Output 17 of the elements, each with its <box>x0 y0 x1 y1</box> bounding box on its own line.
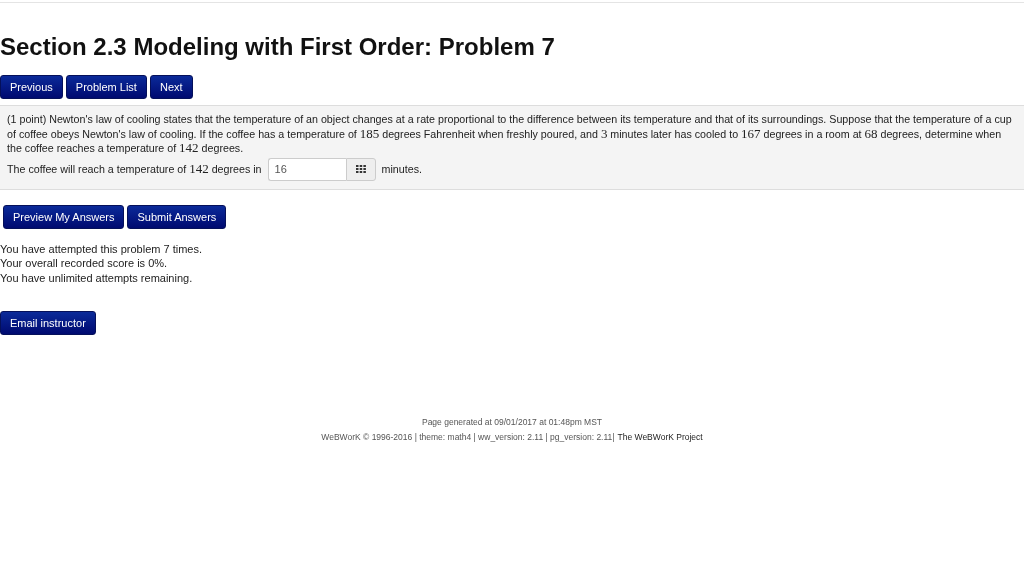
project-link[interactable]: The WeBWorK Project <box>617 430 703 445</box>
submit-answers-button[interactable]: Submit Answers <box>127 204 227 229</box>
page-generated-text: Page generated at 09/01/2017 at 01:48pm MST <box>421 416 602 429</box>
answer-prompt: The coffee will reach a temperature of 142 degrees in <box>7 161 262 177</box>
attempt-message: You have attempted this problem 7 times. <box>0 241 202 256</box>
answer-unit: minutes. <box>381 161 422 177</box>
previous-button[interactable]: Previous <box>0 75 63 99</box>
page-title: Section 2.3 Modeling with First Order: Problem 7 <box>0 33 556 61</box>
problem-list-button[interactable]: Problem List <box>65 75 147 99</box>
problem-statement: (1 point) Newton's law of cooling states that the temperature of an object changes at a rate proportional to the difference between its temperature and that of its surroundings. Suppose that the temperature of a cup of coffee obeys Newton's law of cooling. If the coffee has a temperature of 185 degrees Fahrenheit when freshly poured, and 3 minutes later has cooled to 167 degrees in a room at 68 degrees, determine when the coffee reaches a temperature of 142 degrees. <box>7 112 1013 156</box>
email-instructor-button[interactable]: Email instructor <box>0 311 96 335</box>
keypad-icon[interactable] <box>355 165 366 173</box>
preview-answers-button[interactable]: Preview My Answers <box>3 204 125 229</box>
version-info: WeBWorK © 1996-2016 | theme: math4 | ww_version: 2.11 | pg_version: 2.11| <box>321 431 615 444</box>
attempt-message: Your overall recorded score is 0%. <box>0 256 168 271</box>
attempt-message: You have unlimited attempts remaining. <box>0 270 193 285</box>
next-button[interactable]: Next <box>149 75 193 99</box>
